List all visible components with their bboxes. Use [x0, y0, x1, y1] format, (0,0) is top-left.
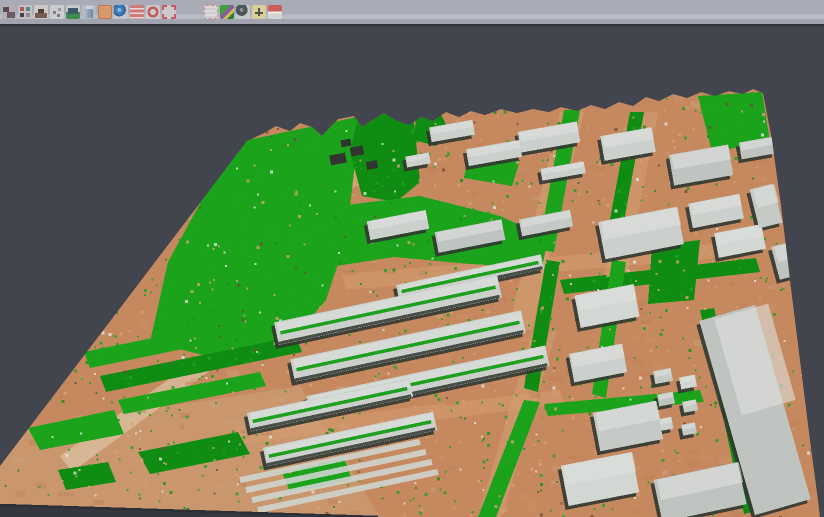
measure-tool-icon[interactable] — [252, 5, 266, 19]
blocks-icon[interactable] — [2, 5, 16, 19]
marquee-icon[interactable] — [204, 5, 218, 19]
target-circle-icon[interactable] — [146, 5, 160, 19]
main-toolbar — [0, 0, 824, 26]
selection-corners-icon[interactable] — [162, 5, 176, 19]
toolbar-group-separator — [177, 5, 203, 19]
orange-tile-icon[interactable] — [98, 5, 112, 19]
mountain-icon[interactable] — [34, 5, 48, 19]
red-stripe-icon[interactable] — [268, 5, 282, 19]
sparse-points-icon[interactable] — [50, 5, 64, 19]
column-chart-icon[interactable] — [82, 5, 96, 19]
globe-icon[interactable] — [114, 5, 128, 19]
terrain-icon[interactable] — [66, 5, 80, 19]
app-window: { "toolbar": { "background": "#a9acb6", … — [0, 0, 824, 517]
red-layers-icon[interactable] — [130, 5, 144, 19]
classification-map-icon[interactable] — [220, 5, 234, 19]
viewport-3d[interactable] — [0, 0, 824, 517]
dark-sphere-icon[interactable] — [236, 5, 250, 19]
scatter-points-icon[interactable] — [18, 5, 32, 19]
